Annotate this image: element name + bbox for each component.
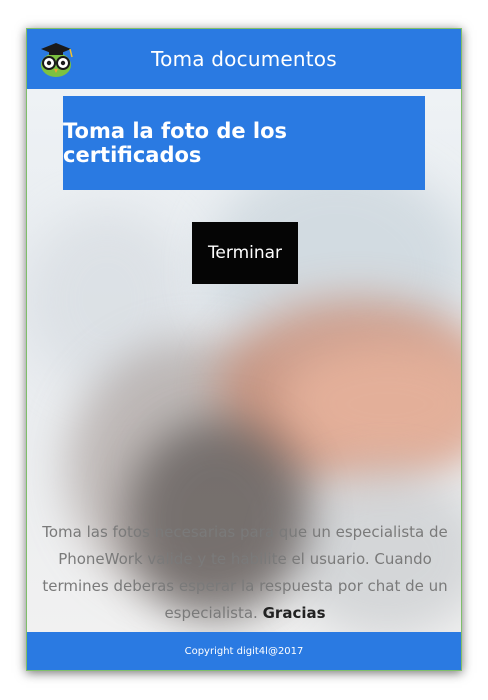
banner-text: Toma la foto de los certificados (63, 119, 288, 167)
app-frame: Toma documentos Toma la foto de los cert… (26, 28, 462, 671)
owl-graduate-icon (41, 43, 73, 77)
copyright-text: Copyright digit4l@2017 (184, 645, 304, 657)
header-bar: Toma documentos (27, 29, 461, 89)
footer-bar: Copyright digit4l@2017 (27, 632, 461, 670)
info-text: Toma las fotos necesarias para que un es… (37, 519, 453, 627)
finish-button[interactable]: Terminar (192, 222, 298, 284)
page-title: Toma documentos (151, 47, 337, 71)
info-message: Toma las fotos necesarias para que un es… (42, 523, 448, 622)
thanks-text: Gracias (262, 604, 326, 622)
instruction-banner: Toma la foto de los certificados (63, 96, 425, 190)
